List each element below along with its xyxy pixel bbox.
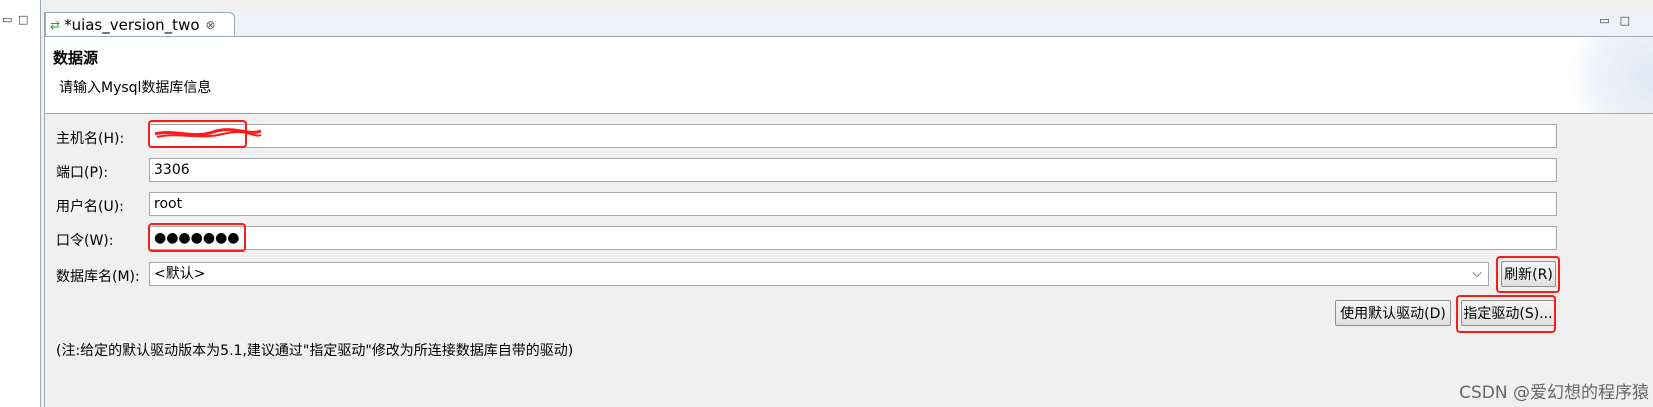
page-description: 请输入Mysql数据库信息 [59,80,212,96]
left-panel: ▭ □ [0,0,41,407]
annotation-box-refresh [1496,256,1560,293]
password-input[interactable]: ●●●●●●● [149,226,1557,250]
password-label: 口令(W): [56,233,114,249]
editor-area: ⇄ *uias_version_two ⊗ ▭□ 数据源 请输入Mysql数据库… [44,12,1653,407]
switch-arrows-icon: ⇄ [50,17,61,32]
database-select[interactable]: <默认> ⌵ [149,262,1489,286]
user-label: 用户名(U): [56,199,124,215]
user-input[interactable]: root [149,192,1557,216]
database-label: 数据库名(M): [56,269,140,285]
tab-title: *uias_version_two [64,15,200,34]
minimize-icon[interactable]: ▭ [1599,14,1619,27]
annotation-box-specify-driver [1456,295,1556,333]
close-icon[interactable]: ⊗ [206,18,216,32]
port-input[interactable]: 3306 [149,158,1557,182]
host-label: 主机名(H): [56,131,125,147]
wizard-header: 数据源 请输入Mysql数据库信息 [45,37,1653,114]
maximize-icon[interactable]: □ [1620,14,1640,27]
chevron-down-icon[interactable]: ⌵ [1472,265,1482,283]
watermark: CSDN @爱幻想的程序猿 [1459,383,1649,403]
minimize-icon[interactable]: ▭ [2,13,12,26]
annotation-box-password [148,223,246,252]
driver-note: (注:给定的默认驱动版本为5.1,建议通过"指定驱动"修改为所连接数据库自带的驱… [56,343,574,359]
tab-controls: ▭□ [1599,14,1640,27]
page-title: 数据源 [53,49,99,67]
port-label: 端口(P): [56,165,109,181]
host-input[interactable] [149,124,1557,148]
tab-bar: ⇄ *uias_version_two ⊗ ▭□ [45,12,1653,37]
header-decoration [1554,37,1653,113]
editor-tab[interactable]: ⇄ *uias_version_two ⊗ [45,12,235,36]
annotation-box-host [148,120,247,148]
maximize-icon[interactable]: □ [18,13,28,26]
database-select-value: <默认> [154,266,206,282]
default-driver-button[interactable]: 使用默认驱动(D) [1335,300,1451,326]
